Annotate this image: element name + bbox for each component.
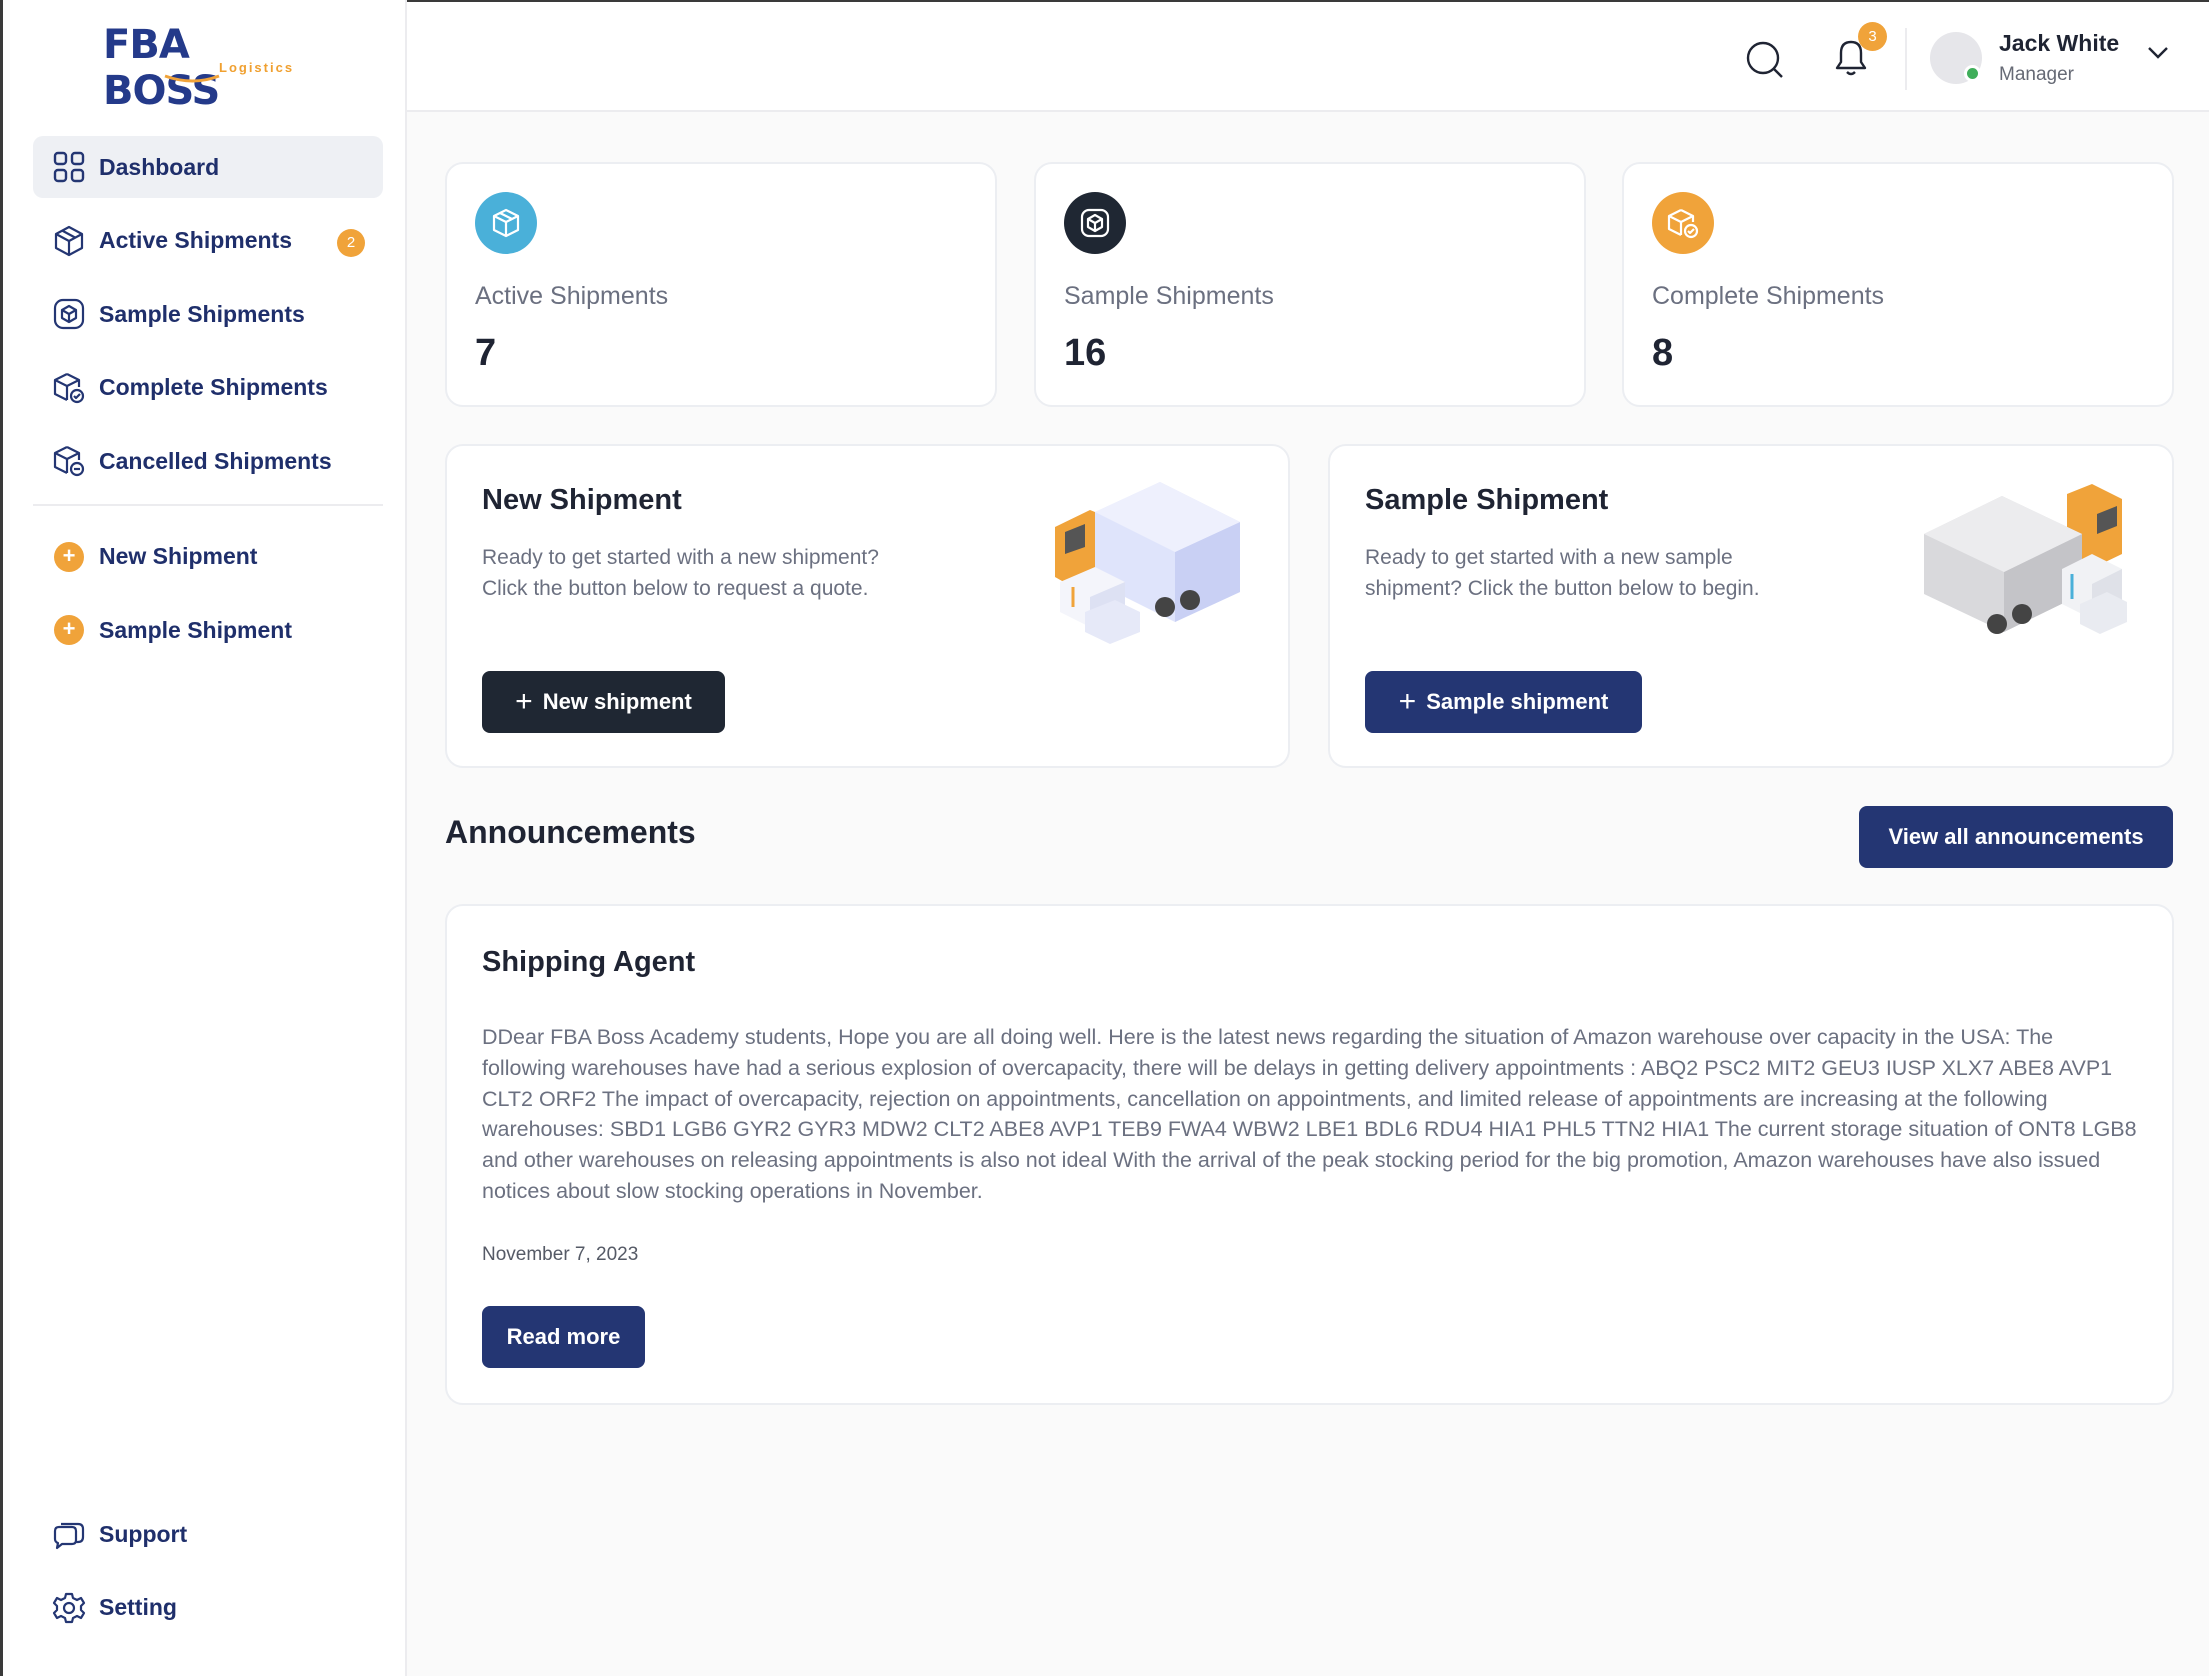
view-all-announcements-button[interactable]: View all announcements [1859, 806, 2173, 868]
stat-label: Sample Shipments [1064, 282, 1274, 310]
announcement-title: Shipping Agent [482, 946, 696, 978]
button-label: View all announcements [1888, 824, 2144, 849]
notification-badge: 3 [1858, 22, 1887, 51]
sidebar-item-setting[interactable]: Setting [33, 1577, 383, 1639]
stat-card-active[interactable]: Active Shipments 7 [445, 162, 997, 407]
new-shipment-card: New Shipment Ready to get started with a… [445, 444, 1290, 768]
sidebar-item-label: Support [99, 1520, 188, 1547]
card-description: Ready to get started with a new sample s… [1365, 546, 1760, 600]
card-title: New Shipment [482, 484, 682, 516]
stat-card-complete[interactable]: Complete Shipments 8 [1622, 162, 2174, 407]
box-icon [475, 192, 537, 254]
plus-circle-icon: + [51, 612, 87, 648]
button-label: New shipment [542, 689, 692, 714]
logo-subtext: Logistics [219, 60, 295, 75]
truck-illustration [1055, 482, 1240, 644]
user-role: Manager [1999, 64, 2074, 85]
sidebar-item-label: Dashboard [99, 153, 220, 180]
count-badge: 2 [337, 228, 365, 257]
button-label: Sample shipment [1426, 689, 1609, 714]
new-shipment-button[interactable]: + New shipment [482, 671, 725, 733]
announcements-heading: Announcements [445, 814, 696, 850]
gear-icon [51, 1590, 87, 1626]
sidebar-item-label: Active Shipments [99, 227, 292, 253]
sidebar-item-label: Setting [99, 1594, 177, 1620]
sidebar-item-active-shipments[interactable]: Active Shipments 2 [33, 210, 383, 272]
user-name[interactable]: Jack White [1999, 30, 2119, 57]
top-header: 3 Jack White Manager [407, 0, 2209, 112]
truck-illustration [1924, 484, 2127, 634]
stat-value: 16 [1064, 332, 1107, 374]
stat-value: 8 [1652, 332, 1674, 374]
announcement-body: DDear FBA Boss Academy students, Hope yo… [482, 1025, 2137, 1203]
announcement-date: November 7, 2023 [482, 1244, 639, 1265]
box-check-icon [1652, 192, 1714, 254]
chat-icon [51, 1516, 87, 1552]
box-check-icon [51, 370, 87, 406]
sidebar-item-complete-shipments[interactable]: Complete Shipments [33, 357, 383, 419]
plus-icon: + [1398, 685, 1417, 718]
sidebar-item-cancelled-shipments[interactable]: Cancelled Shipments [33, 430, 383, 492]
sidebar-item-label: Complete Shipments [99, 374, 328, 400]
plus-icon: + [515, 685, 533, 718]
button-label: Read more [506, 1324, 621, 1349]
stat-label: Complete Shipments [1652, 282, 1885, 310]
card-title: Sample Shipment [1365, 484, 1609, 516]
box-cancel-icon [51, 443, 87, 479]
sidebar-item-sample-shipment[interactable]: + Sample Shipment [33, 599, 383, 661]
stat-label: Active Shipments [475, 282, 669, 310]
sidebar-item-label: Sample Shipment [99, 616, 292, 643]
plus-circle-icon: + [51, 539, 87, 575]
sidebar-item-label: Sample Shipments [99, 300, 305, 327]
grid-icon [51, 149, 87, 185]
sidebar-nav: Dashboard Active Shipments 2 Sample Ship… [33, 136, 383, 673]
chevron-down-icon[interactable] [2147, 46, 2169, 60]
sidebar-divider [33, 503, 383, 506]
sidebar-item-support[interactable]: Support [33, 1503, 383, 1565]
sidebar: FBA BOSS Logistics Dashboard Active Ship… [0, 0, 407, 1676]
read-more-button[interactable]: Read more [482, 1306, 645, 1368]
sample-shipment-button[interactable]: + Sample shipment [1365, 671, 1642, 733]
sidebar-item-label: Cancelled Shipments [99, 447, 332, 474]
sidebar-item-sample-shipments[interactable]: Sample Shipments [33, 283, 383, 345]
sample-box-icon [51, 296, 87, 332]
online-status-dot [1964, 65, 1981, 82]
stat-value: 7 [475, 332, 497, 374]
sidebar-item-dashboard[interactable]: Dashboard [33, 136, 383, 198]
header-divider [1905, 28, 1907, 90]
search-icon[interactable] [1745, 40, 1785, 80]
card-description: Ready to get started with a new shipment… [482, 546, 879, 600]
sidebar-item-label: New Shipment [99, 543, 258, 569]
box-icon [51, 223, 87, 259]
sidebar-item-new-shipment[interactable]: + New Shipment [33, 526, 383, 588]
brand-logo[interactable]: FBA BOSS Logistics [103, 22, 313, 114]
sample-shipment-card: Sample Shipment Ready to get started wit… [1328, 444, 2174, 768]
stat-card-sample[interactable]: Sample Shipments 16 [1034, 162, 1586, 407]
announcement-card: Shipping Agent DDear FBA Boss Academy st… [445, 904, 2174, 1405]
sample-box-icon [1064, 192, 1126, 254]
logo-swoosh-icon [164, 74, 220, 83]
sidebar-bottom-nav: Support Setting [33, 1503, 383, 1650]
